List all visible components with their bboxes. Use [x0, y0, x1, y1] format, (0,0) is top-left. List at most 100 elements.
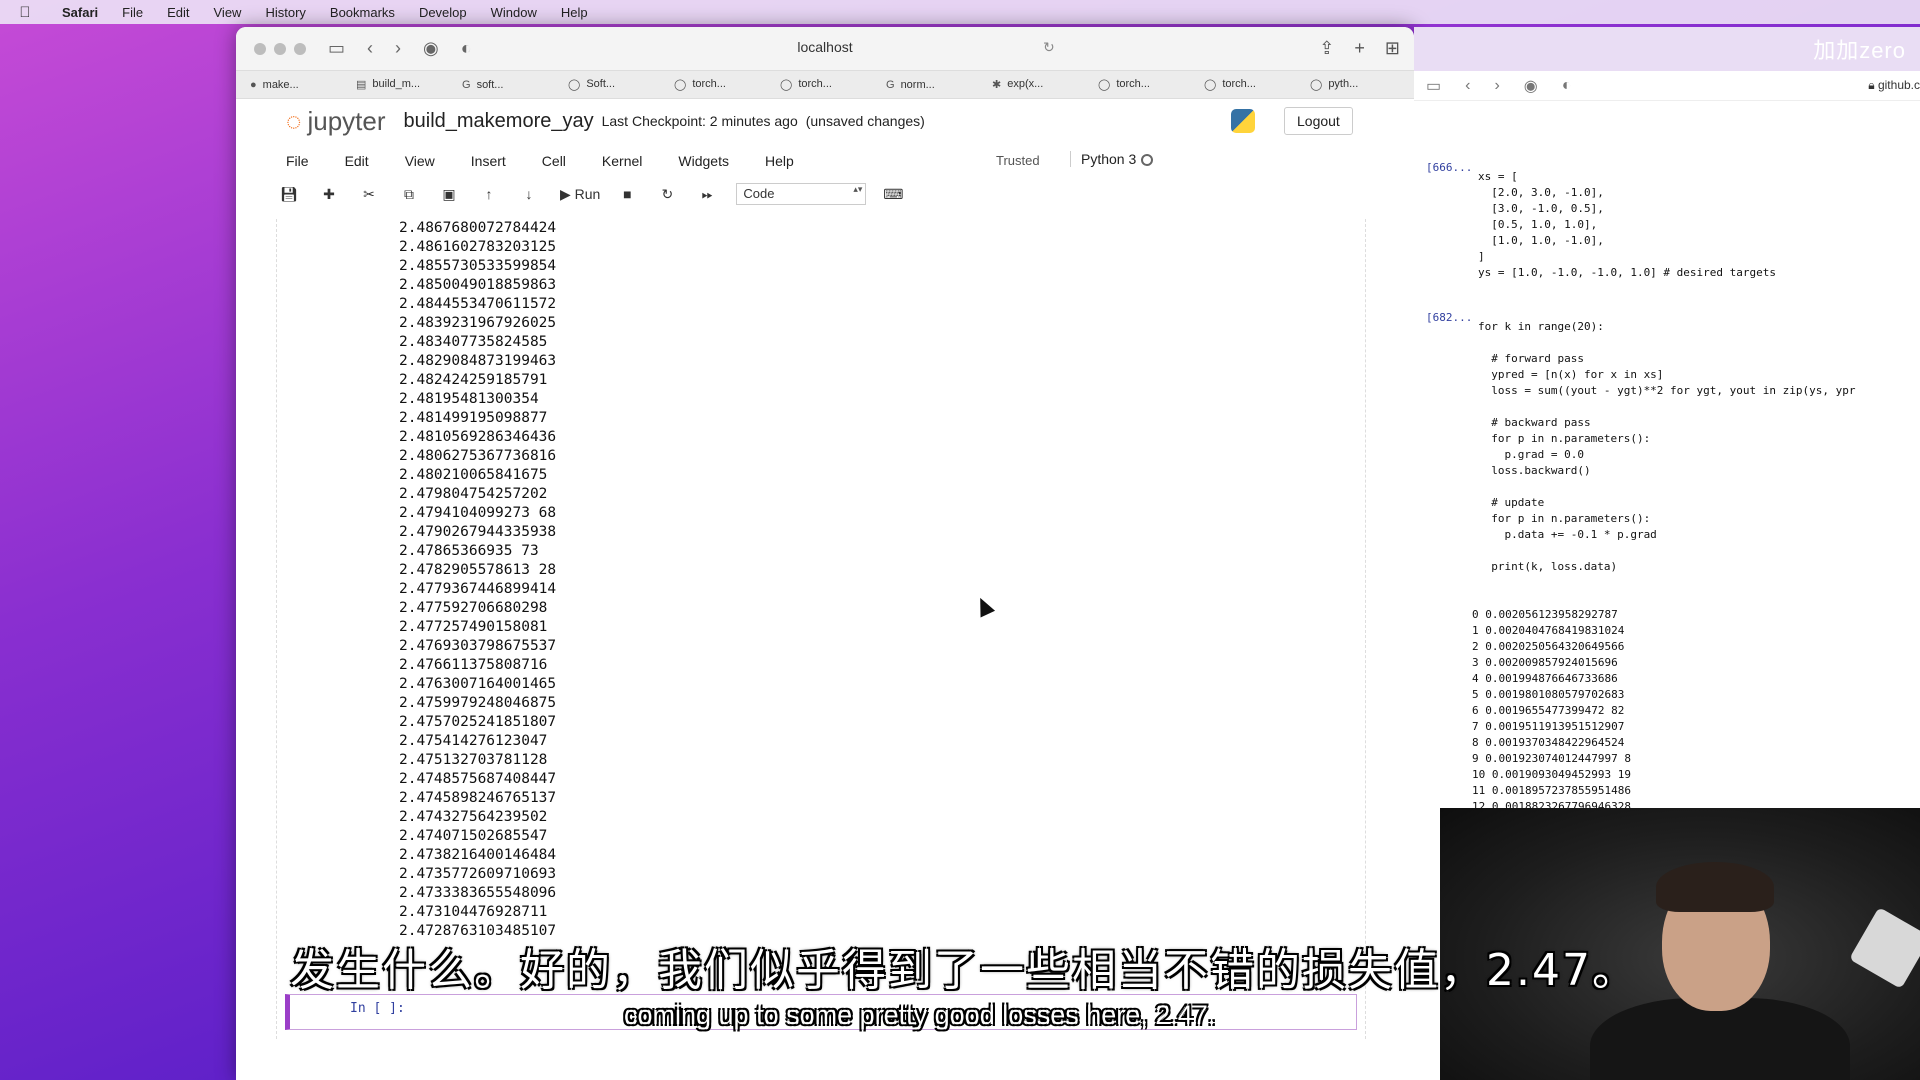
output-line: 2.4757025241851807 — [399, 714, 557, 730]
logout-button[interactable]: Logout — [1284, 107, 1353, 135]
output-line: 2.476611375808716 — [399, 657, 548, 673]
menu-file[interactable]: File — [110, 5, 155, 20]
output-line: 2.4763007164001465 — [399, 676, 557, 692]
keyboard-icon[interactable]: ⌨ — [880, 186, 906, 203]
jmenu-insert[interactable]: Insert — [458, 153, 519, 169]
menu-history[interactable]: History — [253, 5, 317, 20]
browser-tab[interactable]: ✱ exp(x... — [978, 78, 1084, 91]
jmenu-help[interactable]: Help — [752, 153, 807, 169]
output-line: 2.481499195098877 — [399, 410, 548, 426]
browser-tab[interactable]: ▤ build_m... — [342, 78, 448, 91]
menu-edit[interactable]: Edit — [155, 5, 201, 20]
output-line: 2.482424259185791 — [399, 372, 548, 388]
output-line: 2.4855730533599854 — [399, 258, 557, 274]
share-icon[interactable]: ⇪ — [1319, 38, 1334, 59]
jupyter-logo[interactable]: ◌ jupyter — [286, 106, 386, 137]
code-cell-training-loop[interactable]: for k in range(20): # forward pass ypred… — [1478, 319, 1856, 575]
code-cell-xs[interactable]: xs = [ [2.0, 3.0, -1.0], [3.0, -1.0, 0.5… — [1478, 169, 1776, 281]
tab-label: soft... — [476, 78, 504, 91]
back-icon[interactable]: ‹ — [1465, 77, 1470, 95]
browser-tab[interactable]: ◯ pyth... — [1296, 78, 1402, 91]
jmenu-cell[interactable]: Cell — [529, 153, 579, 169]
browser-tab[interactable]: ◯ torch... — [766, 78, 872, 91]
output-line: 2.4748575687408447 — [399, 771, 557, 787]
jmenu-view[interactable]: View — [392, 153, 448, 169]
pytorch-icon: ◯ — [780, 79, 793, 91]
output-line: 2.479804754257202 — [399, 486, 548, 502]
output-line: 2.4790267944335938 — [399, 524, 557, 540]
kernel-name: Python 3 — [1070, 151, 1136, 167]
apple-menu-icon[interactable]:  — [0, 4, 50, 21]
output-line: 2.4779367446899414 — [399, 581, 557, 597]
browser-tab[interactable]: ◯ torch... — [1084, 78, 1190, 91]
restart-run-all-icon[interactable]: ⏩︎ — [694, 186, 720, 203]
output-line: 2.4806275367736816 — [399, 448, 557, 464]
jmenu-edit[interactable]: Edit — [332, 153, 382, 169]
subtitle-english: coming up to some pretty good losses her… — [624, 1000, 1216, 1030]
browser-tab[interactable]: ◯ torch... — [1190, 78, 1296, 91]
copy-icon[interactable]: ⧉ — [396, 186, 422, 203]
privacy-report-icon[interactable]: ◉ — [1524, 76, 1538, 96]
tab-label: build_m... — [372, 78, 421, 90]
jupyter-logo-text: jupyter — [307, 105, 386, 136]
tab-label: pyth... — [1328, 78, 1359, 90]
shield-icon[interactable]: ◐ — [1562, 77, 1572, 95]
output-line: 2.4850049018859863 — [399, 277, 557, 293]
cut-icon[interactable]: ✂ — [356, 186, 382, 203]
output-line: 2.480210065841675 — [399, 467, 548, 483]
browser-tab[interactable]: Gnorm... — [872, 79, 978, 91]
output-line: 2.474327564239502 — [399, 809, 548, 825]
browser-tab[interactable]: Gsoft... — [448, 79, 554, 91]
tab-overview-icon[interactable]: ⊞ — [1385, 38, 1400, 59]
browser-tab[interactable]: ◯ torch... — [660, 78, 766, 91]
output-line: 2.4769303798675537 — [399, 638, 557, 654]
output-line: 2.47865366935 73 — [399, 543, 539, 559]
jmenu-widgets[interactable]: Widgets — [665, 153, 742, 169]
menu-help[interactable]: Help — [549, 5, 600, 20]
address-bar[interactable]: localhost — [236, 39, 1414, 55]
move-up-icon[interactable]: ↑ — [476, 186, 502, 202]
person-hair — [1656, 862, 1774, 912]
stop-icon[interactable]: ■ — [614, 186, 640, 202]
jmenu-kernel[interactable]: Kernel — [589, 153, 655, 169]
trusted-indicator[interactable]: Trusted — [996, 153, 1040, 168]
output-line: 2.4794104099273 68 — [399, 505, 557, 521]
cell-prompt: [666... — [1426, 161, 1473, 174]
new-tab-icon[interactable]: + — [1354, 38, 1365, 59]
right-window-toolbar: ▭ ‹ › ◉ ◐ 🔒︎ github.c — [1414, 71, 1920, 101]
tab-label: Soft... — [586, 78, 616, 90]
notebook-name[interactable]: build_makemore_yay — [404, 110, 594, 133]
pytorch-icon: ◯ — [568, 79, 581, 91]
output-line: 2.475132703781128 — [399, 752, 548, 768]
jmenu-file[interactable]: File — [273, 153, 322, 169]
output-line: 2.4861602783203125 — [399, 239, 557, 255]
paste-icon[interactable]: ▣ — [436, 186, 462, 203]
browser-tab[interactable]: ◯ Soft... — [554, 78, 660, 91]
training-output: 0 0.002056123958292787 1 0.0020404768419… — [1472, 608, 1631, 829]
cell-type-select[interactable]: Code — [736, 183, 867, 205]
toolbar-right-actions: ⇪ + ⊞ — [1319, 38, 1400, 59]
forward-icon[interactable]: › — [1494, 77, 1499, 95]
unsaved-indicator: (unsaved changes) — [805, 113, 925, 129]
google-icon: G — [462, 78, 471, 91]
right-window-titlebar: 加加zero — [1414, 27, 1920, 71]
menu-window[interactable]: Window — [479, 5, 549, 20]
menu-view[interactable]: View — [202, 5, 254, 20]
right-address-bar[interactable]: 🔒︎ github.c — [1868, 78, 1920, 93]
move-down-icon[interactable]: ↓ — [516, 186, 542, 202]
python-icon: ◯ — [1310, 79, 1323, 91]
subtitle-chinese: 发生什么。好的，我们似乎得到了一些相当不错的损失值，2.47。 — [290, 945, 1638, 996]
sidebar-toggle-icon[interactable]: ▭ — [1426, 76, 1441, 96]
menu-bookmarks[interactable]: Bookmarks — [318, 5, 407, 20]
browser-tab[interactable]: ● make... — [236, 79, 342, 91]
restart-icon[interactable]: ↻ — [654, 186, 680, 203]
github-icon: ● — [250, 78, 257, 91]
reload-icon[interactable]: ↻ — [1043, 39, 1055, 56]
run-button[interactable]: ▶ Run — [560, 186, 600, 203]
add-cell-icon[interactable]: ✚ — [316, 186, 342, 203]
output-line: 2.477592706680298 — [399, 600, 548, 616]
save-icon[interactable]: 💾︎ — [276, 186, 302, 203]
menu-develop[interactable]: Develop — [407, 5, 479, 20]
menu-safari[interactable]: Safari — [50, 5, 110, 20]
tab-label: torch... — [1116, 78, 1150, 90]
